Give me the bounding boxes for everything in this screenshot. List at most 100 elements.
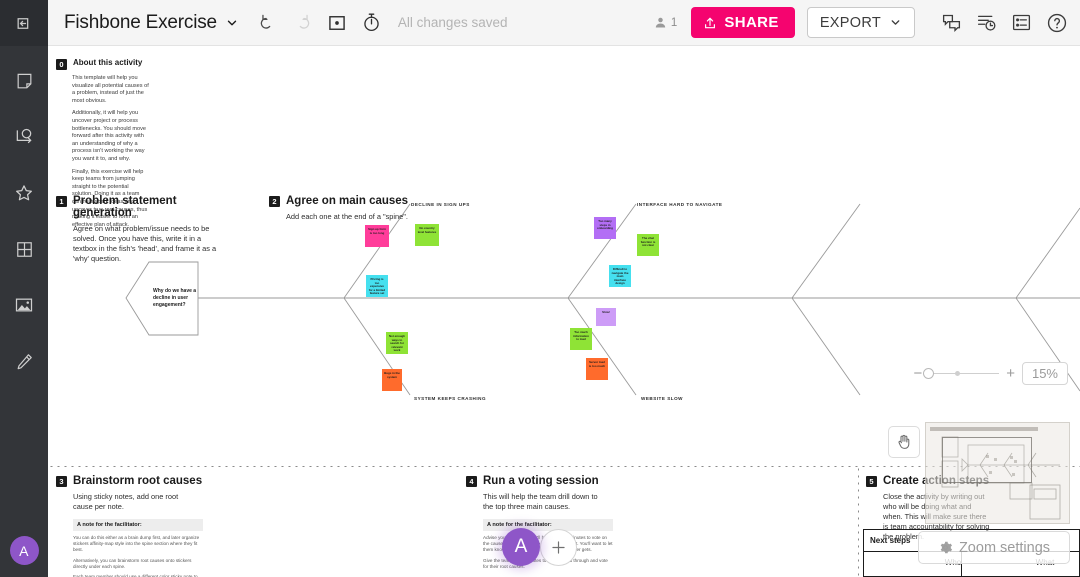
plus-icon [552, 541, 565, 554]
sticky-note[interactable]: Slow! [596, 308, 616, 326]
facilitator-note-title: A note for the facilitator: [73, 519, 203, 531]
add-item-button[interactable] [540, 529, 577, 566]
zoom-slider-midpoint [955, 371, 961, 376]
section-header: 3 Brainstorm root causes [56, 475, 241, 487]
image-tool[interactable] [9, 290, 39, 320]
zoom-slider-knob[interactable] [923, 368, 935, 379]
zoom-in-button[interactable]: + [1006, 366, 1015, 381]
timer-icon [364, 13, 379, 32]
facilitator-note: A note for the facilitator: You can do t… [73, 519, 203, 577]
history-icon [977, 15, 996, 31]
help-circle-icon [1047, 13, 1067, 32]
timer-button[interactable] [361, 12, 382, 33]
tool-list [0, 46, 48, 376]
paragraph: Using sticky notes, add one root cause p… [73, 492, 179, 511]
paragraph: You can do this either as a brain dump f… [73, 535, 200, 553]
fishbone-spine-label: WEBSITE SLOW [641, 396, 683, 401]
sticky-note[interactable]: Difficult to navigate the main interface… [609, 265, 631, 287]
vote-tool[interactable] [9, 178, 39, 208]
export-button-label: EXPORT [819, 14, 881, 31]
comment-icon [942, 14, 961, 32]
save-status: All changes saved [397, 15, 508, 30]
gear-icon [940, 541, 953, 554]
sticky-note[interactable]: Bugs in the system [382, 369, 402, 391]
section-body: Agree on what problem/issue needs to be … [73, 224, 221, 264]
sticky-note[interactable]: Pricing is too expensive for a limited f… [366, 275, 388, 297]
section-title: Problem statement generation [73, 195, 177, 219]
paragraph: Agree on what problem/issue needs to be … [73, 224, 217, 263]
zoom-controls: − + 15% [913, 362, 1068, 385]
export-button[interactable]: EXPORT [806, 7, 915, 38]
comments-button[interactable] [941, 12, 962, 33]
share-button-label: SHARE [724, 14, 779, 31]
zoom-level-value[interactable]: 15% [1021, 362, 1068, 385]
facilitator-note-title: A note for the facilitator: [483, 519, 613, 531]
left-tool-rail: A [0, 0, 48, 577]
collaborator-count: 1 [653, 15, 677, 30]
pan-hand-tool-button[interactable] [888, 426, 920, 458]
collaborator-cursor-avatar: A [502, 528, 540, 566]
help-button[interactable] [1046, 12, 1068, 34]
grid-icon [16, 241, 32, 257]
paragraph: This will help the team drill down to th… [483, 492, 598, 511]
fishbone-spine-label: INTERFACE HARD TO NAVIGATE [637, 202, 723, 207]
list-icon [1012, 14, 1031, 31]
fishbone-head-question: Why do we have a decline in user engagem… [153, 288, 197, 308]
zoom-settings-label: Zoom settings [958, 539, 1051, 556]
title-dropdown-button[interactable] [225, 16, 239, 30]
minimap-viewport[interactable] [942, 437, 1032, 483]
section-problem-statement: 1 Problem statement generation Agree on … [56, 195, 236, 269]
section-title: About this activity [73, 58, 143, 67]
section-number: 2 [269, 196, 280, 207]
undo-button[interactable] [259, 13, 278, 32]
activity-history-button[interactable] [976, 12, 997, 33]
sticky-note-tool[interactable] [9, 66, 39, 96]
collaborator-count-value: 1 [670, 16, 678, 29]
back-icon [17, 17, 28, 29]
frames-tool[interactable] [9, 234, 39, 264]
share-button[interactable]: SHARE [691, 7, 795, 38]
back-button[interactable] [0, 0, 48, 46]
sticky-note[interactable]: The chat function is not clear [637, 234, 659, 256]
redo-button[interactable] [292, 13, 311, 32]
section-header: 1 Problem statement generation [56, 195, 236, 219]
section-body: This will help the team drill down to th… [483, 492, 603, 512]
outline-button[interactable] [1011, 12, 1032, 33]
page-divider-vertical [858, 466, 859, 577]
undo-icon [260, 14, 271, 29]
sticky-note[interactable]: Server load is too much [586, 358, 608, 380]
present-button[interactable] [327, 13, 347, 33]
top-toolbar: Fishbone Exercise All changes saved 1 SH… [48, 0, 1080, 46]
zoom-out-button[interactable]: − [913, 366, 922, 381]
zoom-settings-tooltip[interactable]: Zoom settings [918, 531, 1070, 564]
fishbone-spine-label: SYSTEM KEEPS CRASHING [414, 396, 487, 401]
paragraph: Alternatively, you can brainstorm root c… [73, 557, 192, 569]
shape-connector-tool[interactable] [9, 122, 39, 152]
pen-tool[interactable] [9, 346, 39, 376]
minimap[interactable] [925, 422, 1070, 524]
sticky-note[interactable]: Not enough ways to search for relevant w… [386, 332, 408, 354]
section-title: Brainstorm root causes [73, 475, 203, 487]
section-agree-main-causes: 2 Agree on main causes Add each one at t… [269, 195, 449, 227]
sticky-note-icon [17, 73, 31, 88]
present-frame-icon [329, 15, 345, 30]
avatar[interactable]: A [9, 536, 39, 565]
chevron-down-icon [891, 20, 900, 25]
sticky-note[interactable]: Sign up form is too long [365, 225, 389, 247]
hand-icon [898, 434, 910, 449]
facilitator-note-body: You can do this either as a brain dump f… [73, 535, 203, 577]
shape-connector-icon [16, 128, 32, 144]
person-icon [655, 17, 666, 28]
section-title: Run a voting session [483, 475, 599, 487]
section-number: 5 [866, 476, 877, 487]
section-header: 4 Run a voting session [466, 475, 651, 487]
section-title: Agree on main causes [286, 195, 409, 207]
sticky-note[interactable]: No country level features [415, 224, 439, 246]
image-icon [15, 298, 33, 312]
section-header: 0 About this activity [56, 58, 152, 70]
whiteboard-canvas[interactable]: Why do we have a decline in user engagem… [48, 46, 1080, 577]
zoom-slider[interactable] [923, 368, 1000, 379]
section-number: 4 [466, 476, 477, 487]
sticky-note[interactable]: Too many steps in onboarding [594, 217, 616, 239]
sticky-note[interactable]: Too much information to load [570, 328, 592, 350]
